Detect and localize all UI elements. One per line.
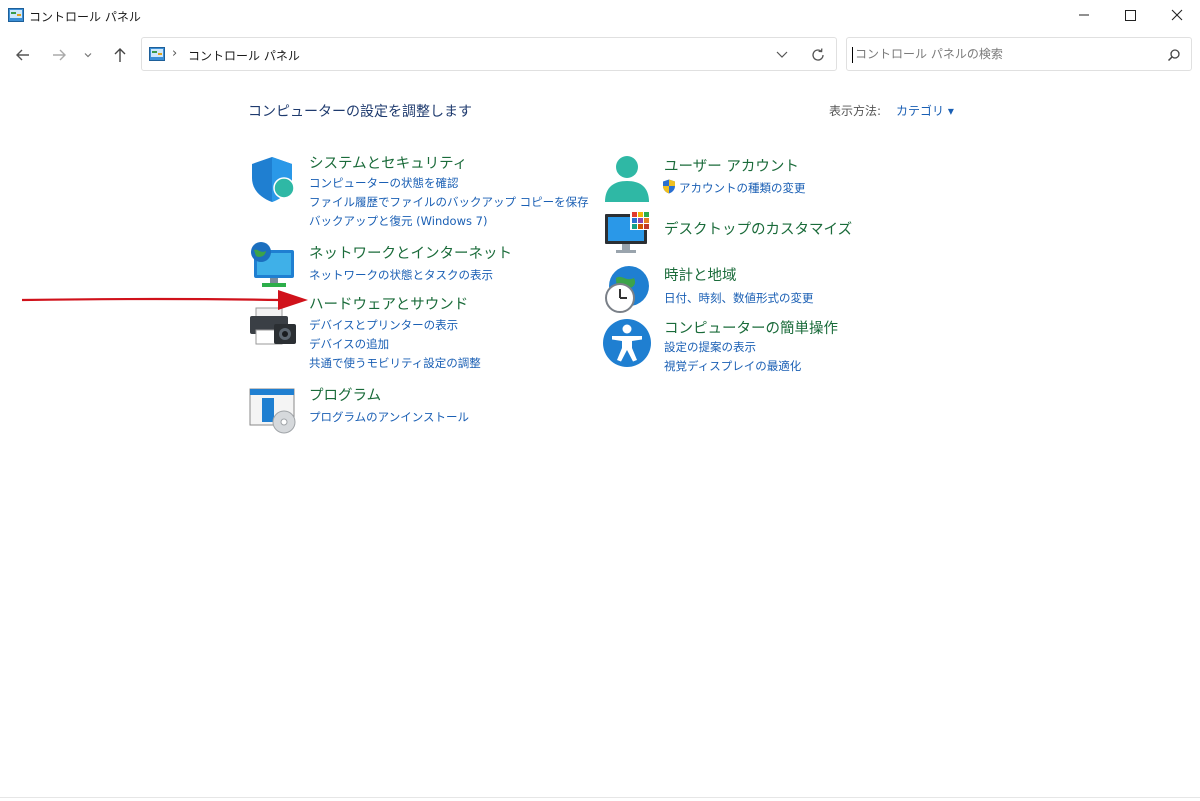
control-panel-icon bbox=[149, 47, 165, 61]
search-icon[interactable] bbox=[1167, 48, 1181, 62]
control-panel-icon bbox=[8, 8, 24, 22]
chevron-down-icon[interactable] bbox=[775, 48, 789, 60]
view-by-label: 表示方法: bbox=[829, 104, 882, 118]
search-input[interactable] bbox=[855, 44, 1155, 64]
page-title: コンピューターの設定を調整します bbox=[248, 104, 472, 120]
recent-locations-button[interactable] bbox=[76, 42, 100, 68]
security-shield-icon[interactable] bbox=[248, 154, 298, 204]
link-file-history-backup[interactable]: ファイル履歴でファイルのバックアップ コピーを保存 bbox=[309, 194, 589, 210]
program-box-icon[interactable] bbox=[248, 386, 298, 436]
up-button[interactable] bbox=[107, 42, 133, 68]
network-globe-icon[interactable] bbox=[248, 240, 298, 290]
link-add-device[interactable]: デバイスの追加 bbox=[309, 336, 389, 352]
link-backup-restore[interactable]: バックアップと復元 (Windows 7) bbox=[309, 213, 487, 229]
clock-globe-icon[interactable] bbox=[602, 264, 652, 314]
maximize-icon bbox=[1125, 10, 1136, 21]
chevron-down-icon bbox=[84, 53, 92, 58]
close-button[interactable] bbox=[1153, 0, 1199, 30]
link-date-time-format[interactable]: 日付、時刻、数値形式の変更 bbox=[664, 290, 814, 306]
arrow-left-icon bbox=[16, 49, 29, 61]
minimize-button[interactable] bbox=[1061, 0, 1107, 30]
category-personalization[interactable]: デスクトップのカスタマイズ bbox=[664, 218, 852, 239]
category-system-security[interactable]: システムとセキュリティ bbox=[309, 152, 467, 173]
breadcrumb-separator-icon[interactable]: › bbox=[281, 46, 286, 61]
link-mobility-settings[interactable]: 共通で使うモビリティ設定の調整 bbox=[309, 355, 481, 371]
forward-button[interactable] bbox=[46, 42, 72, 68]
breadcrumb-separator-icon[interactable]: › bbox=[172, 46, 177, 61]
link-network-status[interactable]: ネットワークの状態とタスクの表示 bbox=[309, 267, 493, 283]
uac-shield-icon bbox=[663, 179, 675, 194]
link-check-status[interactable]: コンピューターの状態を確認 bbox=[309, 175, 459, 191]
category-network-internet[interactable]: ネットワークとインターネット bbox=[309, 242, 512, 263]
window-title: コントロール パネル bbox=[29, 10, 141, 24]
arrow-up-icon bbox=[114, 48, 126, 62]
category-clock-region[interactable]: 時計と地域 bbox=[664, 264, 737, 285]
maximize-button[interactable] bbox=[1107, 0, 1153, 30]
address-bar[interactable]: › コントロール パネル › bbox=[141, 37, 837, 71]
window-bottom-border bbox=[0, 797, 1200, 798]
link-devices-printers[interactable]: デバイスとプリンターの表示 bbox=[309, 317, 458, 333]
category-ease-of-access[interactable]: コンピューターの簡単操作 bbox=[664, 317, 838, 338]
title-bar: コントロール パネル bbox=[0, 0, 1200, 32]
refresh-icon[interactable] bbox=[809, 46, 827, 64]
search-box[interactable] bbox=[846, 37, 1192, 71]
back-button[interactable] bbox=[10, 42, 36, 68]
arrow-right-icon bbox=[53, 49, 66, 61]
minimize-icon bbox=[1079, 14, 1089, 16]
category-hardware-sound[interactable]: ハードウェアとサウンド bbox=[309, 293, 468, 314]
link-uninstall-program[interactable]: プログラムのアンインストール bbox=[309, 409, 469, 425]
close-icon bbox=[1171, 9, 1183, 21]
text-caret bbox=[852, 47, 853, 63]
link-change-account-type[interactable]: アカウントの種類の変更 bbox=[679, 180, 806, 196]
accessibility-icon[interactable] bbox=[602, 318, 652, 368]
user-account-icon[interactable] bbox=[602, 154, 652, 204]
view-by-dropdown[interactable]: カテゴリ ▾ bbox=[896, 102, 954, 119]
category-user-accounts[interactable]: ユーザー アカウント bbox=[664, 155, 799, 176]
category-programs[interactable]: プログラム bbox=[309, 384, 381, 405]
desktop-monitor-icon[interactable] bbox=[602, 208, 652, 258]
link-optimize-display[interactable]: 視覚ディスプレイの最適化 bbox=[664, 358, 801, 374]
link-suggested-settings[interactable]: 設定の提案の表示 bbox=[664, 339, 756, 355]
red-arrow-annotation bbox=[21, 290, 308, 310]
